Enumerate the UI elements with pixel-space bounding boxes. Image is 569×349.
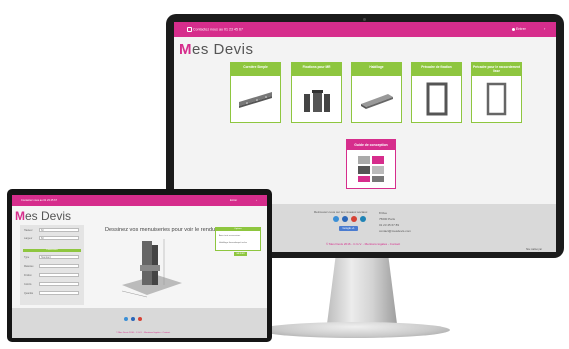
validate-button[interactable]: VALIDER	[234, 252, 247, 256]
user-icon	[512, 27, 515, 31]
product-title: Cornière Simple	[231, 63, 280, 76]
page-title: Dessinez vos menuiseries pour voir le re…	[105, 227, 220, 233]
google-plus-button[interactable]: Google +1	[339, 226, 358, 231]
frame-icon	[426, 82, 448, 116]
quantity-input[interactable]	[39, 291, 79, 295]
option-item[interactable]: Habillage thermolaqué inclus	[219, 242, 247, 244]
material-select[interactable]	[39, 264, 79, 268]
contact-text: Contactez nous au 01 23 45 67	[21, 199, 58, 202]
googleplus-icon[interactable]	[138, 317, 142, 321]
product-card-fixations[interactable]: Fixations pour MR	[291, 62, 342, 123]
product-card-precadre[interactable]: Précadre de fixation	[411, 62, 462, 123]
contact-link[interactable]: Contactez nous au 01 23 45 67	[187, 27, 243, 32]
logo-text: es Devis	[192, 41, 254, 58]
field-label: Hauteur	[24, 229, 33, 232]
config-form: Hauteur 60 Largeur 60 Dimensions Type St…	[20, 225, 84, 305]
finish-select[interactable]	[39, 273, 79, 277]
logo-initial: M	[15, 209, 25, 223]
guide-thumbnail-icon	[358, 156, 384, 182]
field-label: Finition	[24, 274, 32, 277]
signin-link[interactable]: Entrer	[512, 27, 526, 31]
options-header: Options	[216, 228, 260, 231]
product-3d-render	[121, 239, 182, 298]
logo[interactable]: Mes Devis	[179, 41, 254, 58]
facebook-icon[interactable]	[342, 216, 348, 222]
field-label: Matériau	[24, 265, 34, 268]
product-card-corniere[interactable]: Cornière Simple	[230, 62, 281, 123]
legal-links[interactable]: © Mes Devis 2016 - C.G.V. - Mentions lég…	[326, 242, 400, 246]
rail-part-icon	[239, 92, 272, 108]
small-screen: Contactez nous au 01 23 45 67 Entrer › M…	[12, 195, 267, 338]
guide-card[interactable]: Guide de conception	[346, 139, 396, 189]
signin-label: Entrer	[516, 27, 526, 31]
color-select[interactable]	[39, 282, 79, 286]
product-title: Précadre de fixation	[412, 63, 461, 76]
credits-text: Site réalisé par	[526, 248, 542, 251]
height-input[interactable]: 60	[39, 228, 79, 232]
signin-link[interactable]: Entrer	[230, 199, 237, 202]
footer: © Mes Devis 2016 - C.G.V. - Mentions lég…	[12, 308, 267, 338]
frame-icon	[486, 82, 507, 116]
product-title: Précadre pour le raccordement lisse	[472, 63, 521, 76]
product-card-precadre-lisse[interactable]: Précadre pour le raccordement lisse	[471, 62, 522, 123]
social-links	[124, 317, 145, 322]
monitor-stand-neck	[327, 258, 397, 324]
product-card-habillage[interactable]: Habillage	[351, 62, 402, 123]
menu-toggle[interactable]: ›	[544, 26, 545, 31]
field-label: Quantité	[24, 292, 34, 295]
follow-text: Retrouvez-nous sur les réseaux sociaux	[314, 210, 368, 214]
legal-links[interactable]: © Mes Devis 2016 - C.G.V. - Mentions lég…	[116, 332, 170, 334]
logo-text: es Devis	[25, 209, 72, 223]
option-item[interactable]: Avec tout accessoires	[219, 235, 240, 237]
options-panel: Options Avec tout accessoires Habillage …	[215, 227, 261, 251]
twitter-icon[interactable]	[333, 216, 339, 222]
signin-label: Entrer	[230, 199, 238, 202]
facebook-icon[interactable]	[131, 317, 135, 321]
linkedin-icon[interactable]	[360, 216, 366, 222]
field-label: Coloris	[24, 283, 32, 286]
top-bar: Contactez nous au 01 23 45 67 Entrer ›	[12, 195, 267, 206]
contact-link[interactable]: Contactez nous au 01 23 45 67	[21, 199, 57, 202]
tray-icon	[361, 94, 393, 109]
twitter-icon[interactable]	[124, 317, 128, 321]
top-bar: Contactez nous au 01 23 45 67 Entrer ›	[174, 22, 556, 37]
field-label: Largeur	[24, 237, 33, 240]
width-input[interactable]: 60	[39, 236, 79, 240]
section-header: Dimensions	[23, 249, 81, 252]
product-title: Habillage	[352, 63, 401, 76]
product-title: Fixations pour MR	[292, 63, 341, 76]
camera-icon	[363, 18, 366, 21]
googleplus-icon[interactable]	[351, 216, 357, 222]
phone-icon	[187, 27, 192, 32]
bracket-icon	[304, 90, 330, 112]
logo-initial: M	[179, 41, 192, 58]
social-links	[333, 216, 369, 223]
address-block: 8 Rue 75000 Paris 01 23 45 67 89 contact…	[379, 210, 411, 234]
field-label: Type	[24, 256, 30, 259]
menu-toggle[interactable]: ›	[256, 198, 257, 202]
logo[interactable]: Mes Devis	[15, 209, 71, 223]
type-select[interactable]: Standard	[39, 255, 79, 259]
monitor-stand-base	[260, 322, 450, 338]
guide-title: Guide de conception	[347, 140, 395, 150]
contact-text: Contactez nous au 01 23 45 67	[193, 27, 243, 32]
address-line[interactable]: contact@mesdevis.com	[379, 228, 411, 234]
